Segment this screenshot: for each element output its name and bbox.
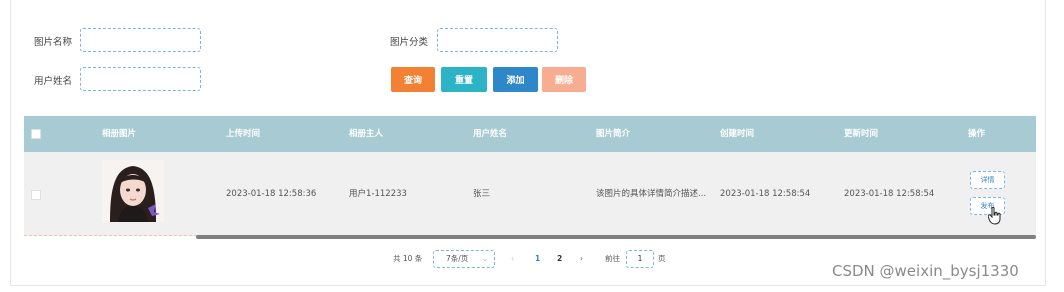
select-all-checkbox[interactable] [31, 129, 41, 139]
col-album-owner: 相册主人 [349, 129, 384, 139]
created-at-cell: 2023-01-18 12:58:54 [720, 189, 811, 199]
col-user-name: 用户姓名 [473, 129, 508, 139]
detail-button[interactable]: 详情 [970, 171, 1005, 189]
image-category-input[interactable] [437, 28, 558, 52]
col-updated-at: 更新时间 [844, 129, 879, 139]
search-button[interactable]: 查询 [391, 67, 435, 92]
hand-cursor-icon [988, 207, 1001, 225]
delete-button[interactable]: 删除 [542, 67, 586, 92]
album-owner-cell: 用户1-112233 [349, 189, 407, 199]
image-name-input[interactable] [80, 28, 201, 52]
add-button[interactable]: 添加 [493, 67, 538, 92]
album-image[interactable] [102, 160, 164, 222]
reset-button[interactable]: 重置 [441, 67, 487, 92]
page-size-select[interactable]: 7条/页 ⌄ [433, 250, 495, 268]
page-2-button[interactable]: 2 [557, 250, 562, 268]
col-album-image: 相册图片 [102, 129, 137, 139]
col-actions: 操作 [968, 129, 986, 139]
prev-page-button[interactable]: ‹ [511, 250, 514, 268]
image-category-label: 图片分类 [390, 37, 429, 48]
next-page-button[interactable]: › [580, 250, 583, 268]
col-upload-time: 上传时间 [226, 129, 261, 139]
table-horizontal-scrollbar[interactable] [196, 235, 1036, 239]
table-header: 相册图片 上传时间 相册主人 用户姓名 图片简介 创建时间 更新时间 操作 [24, 116, 1036, 152]
csdn-watermark: CSDN @weixin_bysj1330 [832, 262, 1019, 280]
pagination-total: 共 10 条 [393, 254, 423, 263]
row-checkbox[interactable] [31, 190, 41, 200]
page-suffix-label: 页 [658, 254, 666, 263]
page-size-value: 7条/页 [446, 254, 469, 263]
col-created-at: 创建时间 [720, 129, 755, 139]
col-intro: 图片简介 [596, 129, 631, 139]
goto-page-input[interactable]: 1 [626, 250, 654, 268]
table-row: 2023-01-18 12:58:36 用户1-112233 张三 该图片的具体… [24, 152, 1036, 236]
user-name-input[interactable] [80, 67, 201, 91]
chevron-down-icon: ⌄ [481, 254, 488, 263]
page-1-button[interactable]: 1 [535, 250, 540, 268]
intro-cell: 该图片的具体详情简介描述... [596, 189, 707, 199]
image-name-label: 图片名称 [34, 37, 73, 48]
user-name-label: 用户姓名 [34, 76, 73, 87]
user-name-cell: 张三 [473, 189, 491, 199]
goto-label: 前往 [605, 254, 620, 263]
upload-time-cell: 2023-01-18 12:58:36 [226, 189, 317, 199]
updated-at-cell: 2023-01-18 12:58:54 [844, 189, 935, 199]
